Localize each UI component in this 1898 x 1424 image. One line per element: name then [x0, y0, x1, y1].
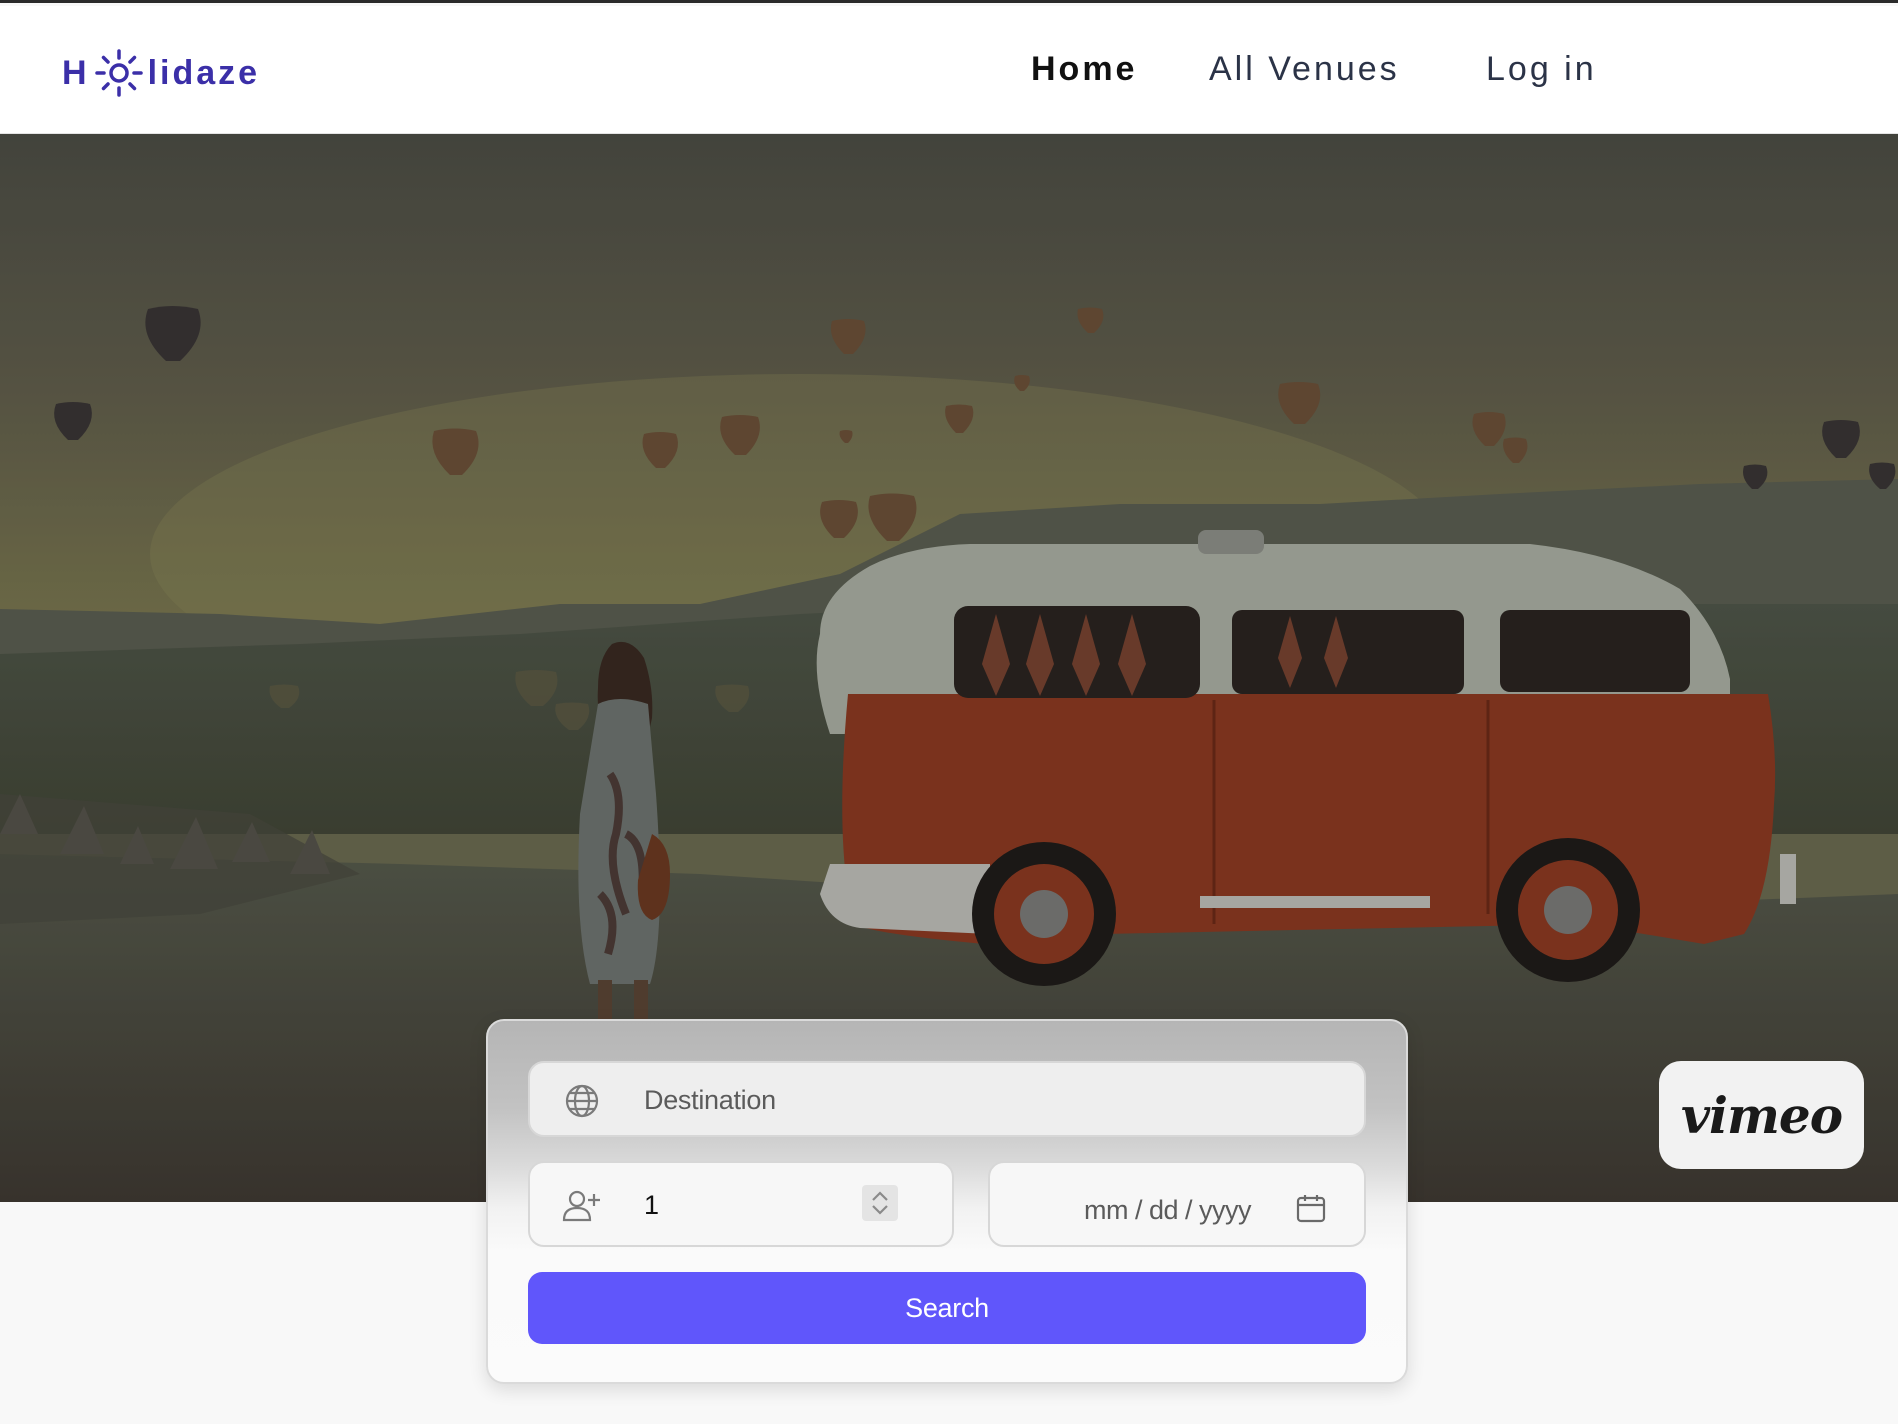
date-input[interactable]: mm / dd / yyyy	[1084, 1195, 1252, 1226]
guests-input[interactable]: 1	[644, 1190, 659, 1221]
nav-link-log-in[interactable]: Log in	[1486, 50, 1597, 89]
search-button[interactable]: Search	[528, 1272, 1366, 1344]
logo-text-left: H	[62, 53, 90, 92]
nav-link-home[interactable]: Home	[1031, 50, 1137, 89]
add-user-icon	[562, 1190, 600, 1222]
date-field[interactable]: mm / dd / yyyy	[988, 1161, 1366, 1247]
destination-input[interactable]: Destination	[644, 1085, 776, 1116]
sun-icon	[94, 49, 143, 97]
search-panel: Destination 1 mm / dd / yyyy Search	[486, 1019, 1408, 1384]
globe-icon	[565, 1084, 599, 1118]
logo-text-right: lidaze	[147, 53, 261, 92]
top-navigation-bar: H lidaze Home All Venues Log in	[0, 6, 1898, 134]
guests-field[interactable]: 1	[528, 1161, 954, 1247]
app-frame: H lidaze Home All Venues Log in vimeo De…	[0, 0, 1898, 1424]
destination-field[interactable]: Destination	[528, 1061, 1366, 1137]
site-logo[interactable]: H lidaze	[62, 48, 260, 98]
calendar-icon[interactable]	[1296, 1193, 1326, 1223]
nav-link-all-venues[interactable]: All Venues	[1209, 50, 1400, 89]
stepper-icon[interactable]	[862, 1185, 898, 1221]
vimeo-badge[interactable]: vimeo	[1659, 1061, 1864, 1169]
